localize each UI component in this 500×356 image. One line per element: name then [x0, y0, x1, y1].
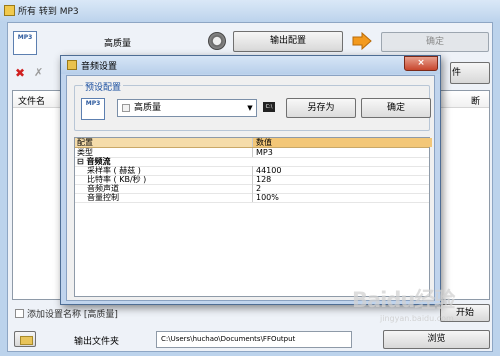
grid-cell-value[interactable]: 128 — [252, 175, 432, 184]
preset-mp3-icon: MP3 — [81, 98, 105, 120]
main-right-button[interactable]: 件 — [450, 62, 490, 84]
preset-group: 预设配置 MP3 高质量 ▼ C:\ 另存为 确定 — [74, 80, 431, 131]
grid-header-name[interactable]: 配置 — [77, 138, 232, 147]
command-prompt-icon[interactable]: C:\ — [263, 102, 275, 112]
grid-section-title: 音频流 — [86, 157, 111, 166]
grid-cell-value[interactable]: 2 — [252, 184, 432, 193]
chevron-down-icon[interactable]: ▼ — [244, 100, 256, 116]
grid-cell-name: 比特率 ( KB/秒 ) — [87, 175, 147, 184]
save-as-button[interactable]: 另存为 — [286, 98, 356, 118]
close-icon[interactable]: × — [404, 56, 438, 71]
browse-button[interactable]: 浏览 — [383, 330, 490, 349]
clear-icon[interactable]: ✗ — [34, 66, 43, 79]
preset-item-icon — [122, 104, 130, 112]
baidu-watermark: Baidu经验 jingyan.baidu.com — [352, 284, 492, 332]
dialog-titlebar[interactable]: 音频设置 × — [61, 56, 440, 74]
settings-gear-icon[interactable] — [208, 32, 226, 50]
output-path-value: C:\Users\huchao\Documents\FFOutput — [161, 335, 296, 343]
audio-settings-dialog: 音频设置 × 预设配置 MP3 高质量 ▼ C:\ 另存为 确定 配置 数值 类… — [60, 55, 441, 305]
main-titlebar[interactable]: 所有 转到 MP3 — [0, 0, 500, 22]
collapse-icon[interactable]: ⊟ — [77, 157, 84, 166]
grid-cell-name: 音频声道 — [87, 184, 119, 193]
delete-icon[interactable]: ✖ — [15, 66, 25, 80]
grid-header-row: 配置 数值 — [75, 138, 432, 148]
grid-cell-name: 音量控制 — [87, 193, 119, 202]
properties-grid[interactable]: 配置 数值 类型 MP3 ⊟ 音频流 采样率 ( 赫兹 ) 44100 比特率 … — [74, 137, 432, 297]
folder-icon[interactable] — [14, 331, 36, 347]
main-window-title: 所有 转到 MP3 — [18, 7, 79, 17]
grid-row-volume[interactable]: 音量控制 100% — [75, 193, 429, 203]
app-icon — [4, 5, 15, 16]
preset-group-label: 预设配置 — [83, 80, 124, 93]
mp3-format-icon: MP3 — [13, 31, 37, 55]
grid-section-label: ⊟ 音频流 — [77, 157, 232, 166]
grid-cell-value[interactable]: MP3 — [252, 148, 432, 157]
arrow-right-icon — [352, 32, 372, 50]
column-header-filename[interactable]: 文件名 — [18, 94, 45, 107]
preset-select-value: 高质量 — [134, 103, 162, 113]
dialog-app-icon — [67, 60, 77, 70]
dialog-body: 预设配置 MP3 高质量 ▼ C:\ 另存为 确定 配置 数值 类型 MP3 ⊟… — [66, 75, 435, 301]
output-config-button[interactable]: 输出配置 — [233, 31, 343, 52]
mp3-icon-label: MP3 — [17, 34, 33, 41]
output-folder-label: 输出文件夹 — [74, 337, 120, 347]
output-path-select[interactable]: C:\Users\huchao\Documents\FFOutput ▼ — [156, 331, 352, 348]
main-ok-button[interactable]: 确定 — [381, 32, 489, 52]
preset-mp3-icon-label: MP3 — [85, 100, 101, 107]
column-header-right[interactable]: 断 — [471, 94, 480, 107]
dialog-title: 音频设置 — [81, 62, 118, 72]
preset-select[interactable]: 高质量 ▼ — [117, 99, 257, 117]
quality-label: 高质量 — [104, 39, 132, 49]
preset-ok-button[interactable]: 确定 — [361, 98, 431, 118]
grid-header-value[interactable]: 数值 — [252, 138, 432, 147]
add-setting-checkbox[interactable] — [15, 309, 24, 318]
grid-cell-name: 采样率 ( 赫兹 ) — [87, 166, 141, 175]
watermark-url: jingyan.baidu.com — [380, 314, 454, 323]
grid-cell-value[interactable]: 44100 — [252, 166, 432, 175]
watermark-logo-text: Baidu经验 — [352, 288, 455, 312]
add-setting-label: 添加设置名称 [高质量] — [27, 310, 118, 320]
grid-cell-name: 类型 — [77, 148, 93, 157]
grid-cell-value[interactable]: 100% — [252, 193, 432, 202]
